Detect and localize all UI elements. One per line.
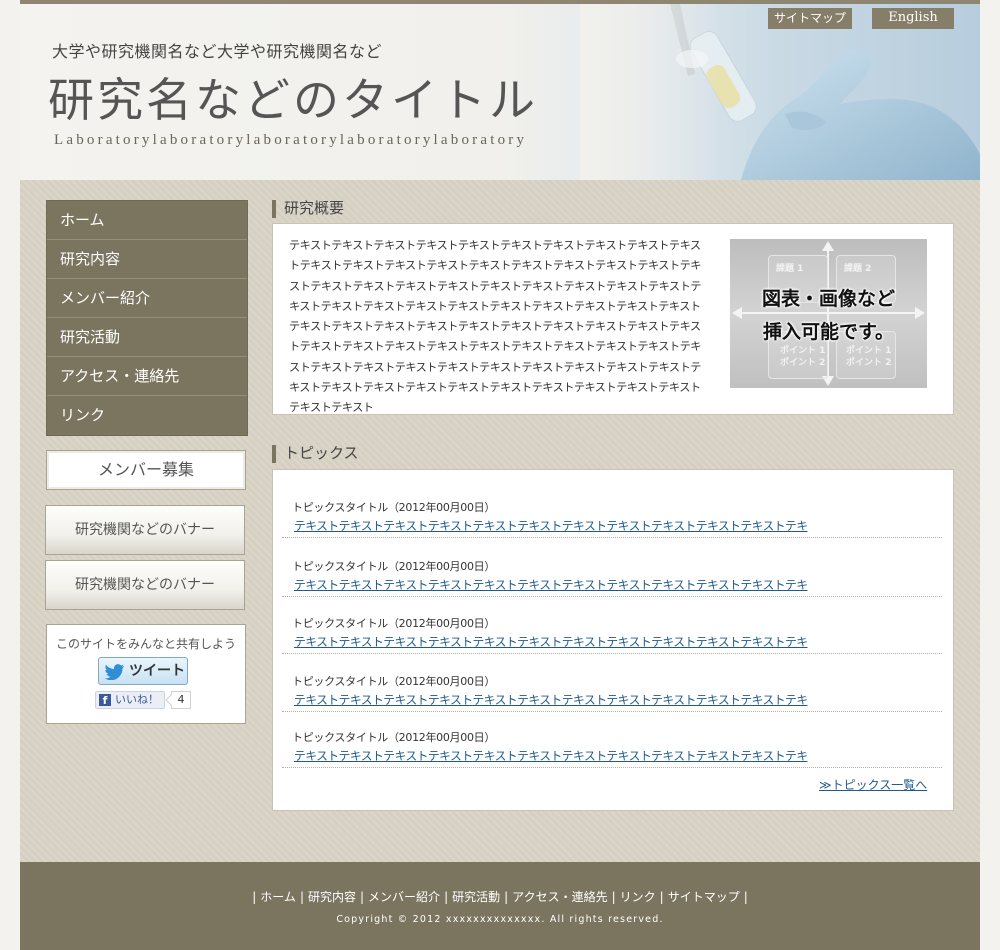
sitemap-link[interactable]: サイトマップ <box>768 8 852 29</box>
share-title: このサイトをみんなと共有しよう <box>55 637 236 651</box>
twitter-bird-icon <box>105 664 124 680</box>
footer-separator: | <box>360 890 365 904</box>
topics-heading: トピックス <box>272 445 359 463</box>
like-label: いいね！ <box>115 693 159 706</box>
footer-navigation: | ホーム | 研究内容 | メンバー紹介 | 研究活動 | アクセス・連絡先 | リンク | サイトマッ… <box>20 888 980 905</box>
footer-separator: | <box>743 890 748 904</box>
topic-title: トピックスタイトル（2012年00月00日） <box>292 731 496 744</box>
like-count: 4 <box>171 691 191 709</box>
footer-link-access[interactable]: アクセス・連絡先 <box>512 890 607 904</box>
nav-item-access[interactable]: アクセス・連絡先 <box>47 357 247 396</box>
topic-link[interactable]: テキストテキストテキストテキストテキストテキストテキストテキストテキストテキスト… <box>294 517 808 534</box>
header-lab-photo <box>580 4 980 180</box>
facebook-icon: f <box>99 694 111 707</box>
site-tagline: Laboratorylaboratorylaboratorylaboratory… <box>54 132 528 148</box>
topic-title: トピックスタイトル（2012年00月00日） <box>292 501 496 514</box>
figure-caption-line-1: 図表・画像など <box>761 288 895 310</box>
copyright: Copyright © 2012 xxxxxxxxxxxxxx. All rig… <box>336 914 664 925</box>
topic-title: トピックスタイトル（2012年00月00日） <box>292 617 496 630</box>
page-wrapper: 大学や研究機関名など大学や研究機関名など 研究名などのタイトル Laborato… <box>20 0 980 950</box>
overview-panel: テキストテキストテキストテキストテキストテキストテキストテキストテキストテキスト… <box>272 223 954 415</box>
overview-heading: 研究概要 <box>272 200 344 218</box>
figure-caption: 図表・画像など 挿入可能です。 <box>730 283 927 349</box>
overview-text: テキストテキストテキストテキストテキストテキストテキストテキストテキストテキスト… <box>289 239 701 415</box>
footer-link-research[interactable]: 研究内容 <box>308 890 356 904</box>
facebook-like-button[interactable]: f いいね！ <box>95 691 165 709</box>
global-navigation: ホーム 研究内容 メンバー紹介 研究活動 アクセス・連絡先 リンク <box>46 200 248 436</box>
tweet-label: ツイート <box>129 663 185 679</box>
topics-panel: トピックスタイトル（2012年00月00日） テキストテキストテキストテキストテ… <box>272 469 954 811</box>
figure-point-2b: ポイント 2 <box>846 358 892 368</box>
topic-link[interactable]: テキストテキストテキストテキストテキストテキストテキストテキストテキストテキスト… <box>294 747 808 764</box>
nav-item-links[interactable]: リンク <box>47 396 247 435</box>
institution-banner-2[interactable]: 研究機関などのバナー <box>45 560 245 610</box>
site-footer: | ホーム | 研究内容 | メンバー紹介 | 研究活動 | アクセス・連絡先 | リンク | サイトマッ… <box>20 862 980 950</box>
footer-link-home[interactable]: ホーム <box>260 890 296 904</box>
topic-title: トピックスタイトル（2012年00月00日） <box>292 560 496 573</box>
topic-link[interactable]: テキストテキストテキストテキストテキストテキストテキストテキストテキストテキスト… <box>294 576 808 593</box>
figure-point-2: ポイント 2 <box>780 358 826 368</box>
footer-separator: | <box>504 890 509 904</box>
site-header: 大学や研究機関名など大学や研究機関名など 研究名などのタイトル Laborato… <box>20 0 980 180</box>
topics-list-link[interactable]: ≫トピックス一覧へ <box>819 776 927 793</box>
footer-link-sitemap[interactable]: サイトマップ <box>668 890 740 904</box>
institution-banner-1[interactable]: 研究機関などのバナー <box>45 505 245 555</box>
footer-link-members[interactable]: メンバー紹介 <box>368 890 440 904</box>
figure-box-1-label: 課題 1 <box>776 264 804 274</box>
footer-link-activities[interactable]: 研究活動 <box>452 890 500 904</box>
footer-separator: | <box>659 890 664 904</box>
topic-link[interactable]: テキストテキストテキストテキストテキストテキストテキストテキストテキストテキスト… <box>294 691 808 708</box>
topic-item: トピックスタイトル（2012年00月00日） テキストテキストテキストテキストテ… <box>282 596 942 654</box>
topic-item: トピックスタイトル（2012年00月00日） テキストテキストテキストテキストテ… <box>282 710 942 768</box>
topic-item: トピックスタイトル（2012年00月00日） テキストテキストテキストテキストテ… <box>282 654 942 712</box>
figure-caption-line-2: 挿入可能です。 <box>762 321 895 343</box>
nav-item-members[interactable]: メンバー紹介 <box>47 279 247 318</box>
footer-separator: | <box>299 890 304 904</box>
nav-item-home[interactable]: ホーム <box>47 201 247 240</box>
site-subtitle: 大学や研究機関名など大学や研究機関名など <box>52 42 383 61</box>
topic-title: トピックスタイトル（2012年00月00日） <box>292 675 496 688</box>
topic-item: トピックスタイトル（2012年00月00日） テキストテキストテキストテキストテ… <box>282 480 942 538</box>
overview-figure: 課題 1 課題 2 ポイント 1 ポイント 2 ポイント 1 ポイント 2 図表… <box>730 239 927 388</box>
member-recruit-button[interactable]: メンバー募集 <box>46 450 246 490</box>
topic-item: トピックスタイトル（2012年00月00日） テキストテキストテキストテキストテ… <box>282 539 942 597</box>
topic-link[interactable]: テキストテキストテキストテキストテキストテキストテキストテキストテキストテキスト… <box>294 633 808 650</box>
tweet-button[interactable]: ツイート <box>98 657 188 685</box>
footer-link-links[interactable]: リンク <box>620 890 656 904</box>
nav-item-research[interactable]: 研究内容 <box>47 240 247 279</box>
share-box: このサイトをみんなと共有しよう ツイート f いいね！ 4 <box>46 624 246 724</box>
footer-separator: | <box>444 890 449 904</box>
site-title: 研究名などのタイトル <box>48 73 538 127</box>
english-link[interactable]: English <box>872 8 954 29</box>
footer-separator: | <box>252 890 257 904</box>
footer-separator: | <box>611 890 616 904</box>
figure-box-2-label: 課題 2 <box>844 264 872 274</box>
nav-item-activities[interactable]: 研究活動 <box>47 318 247 357</box>
